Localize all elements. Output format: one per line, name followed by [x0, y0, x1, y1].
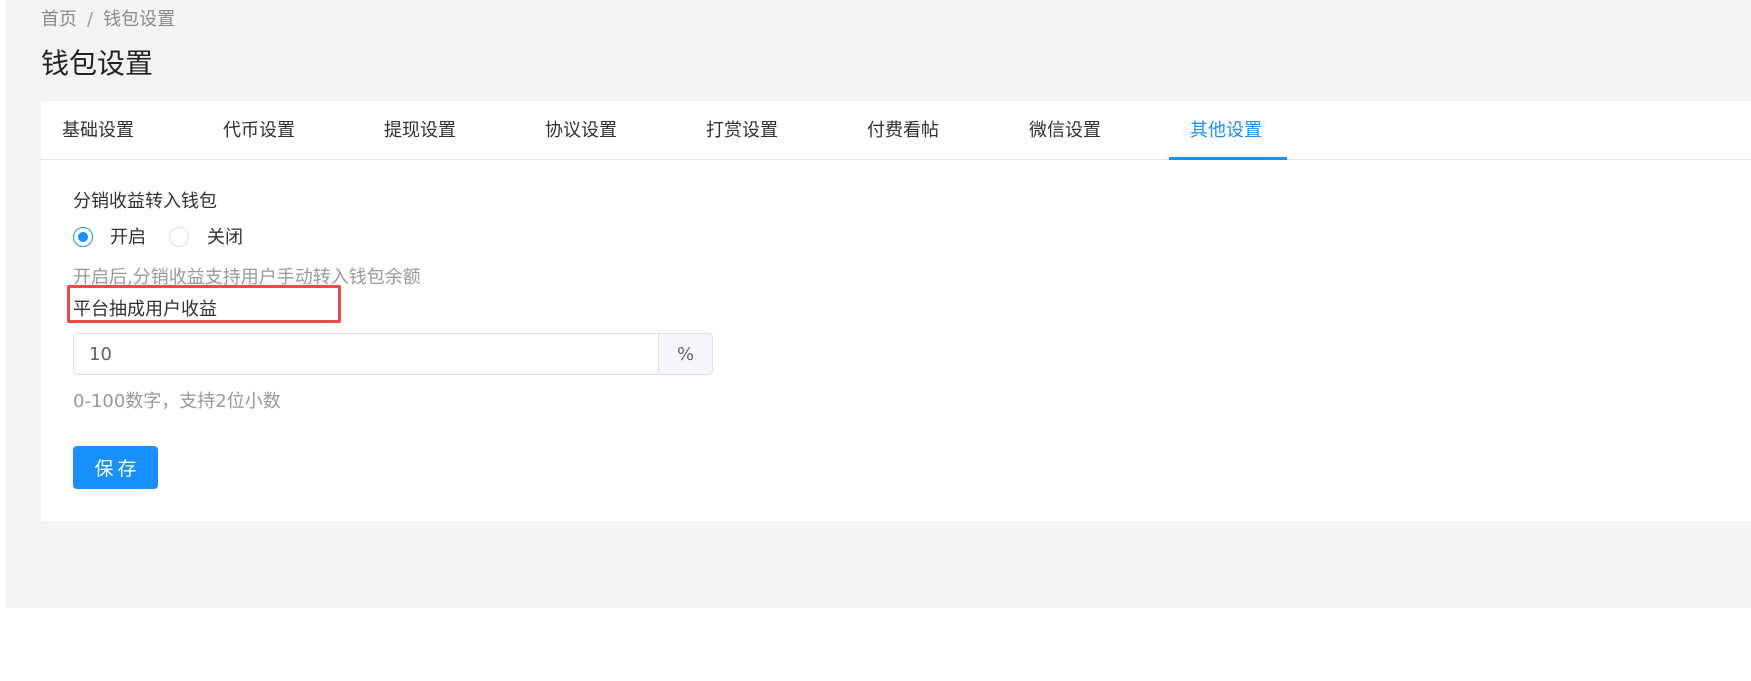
- radio-disable-label[interactable]: 关闭: [207, 226, 243, 250]
- radio-enable-label[interactable]: 开启: [110, 226, 146, 250]
- page-background: 首页 / 钱包设置 钱包设置 基础设置 代币设置 提现设置 协议设置 打赏设置 付费…: [5, 0, 1751, 608]
- breadcrumb-current: 钱包设置: [103, 9, 176, 30]
- tab-other-settings[interactable]: 其他设置: [1190, 101, 1262, 159]
- radio-disable-circle[interactable]: [169, 227, 189, 247]
- tab-bar: 基础设置 代币设置 提现设置 协议设置 打赏设置 付费看帖 微信设置 其他设置: [41, 101, 1751, 160]
- tab-basic-settings[interactable]: 基础设置: [62, 101, 134, 159]
- distribution-label: 分销收益转入钱包: [73, 191, 217, 212]
- radio-enable-circle[interactable]: [73, 227, 93, 247]
- tab-paid-post[interactable]: 付费看帖: [867, 101, 939, 159]
- breadcrumb: 首页 / 钱包设置: [41, 5, 175, 31]
- active-tab-indicator: [1169, 157, 1287, 160]
- tab-reward-settings[interactable]: 打赏设置: [706, 101, 778, 159]
- tab-token-settings[interactable]: 代币设置: [223, 101, 295, 159]
- commission-input-group: %: [73, 333, 713, 375]
- tab-agreement-settings[interactable]: 协议设置: [545, 101, 617, 159]
- breadcrumb-home[interactable]: 首页: [41, 9, 77, 30]
- percent-suffix: %: [658, 333, 713, 375]
- save-button[interactable]: 保存: [73, 446, 158, 489]
- commission-label: 平台抽成用户收益: [73, 299, 217, 320]
- tab-withdraw-settings[interactable]: 提现设置: [384, 101, 456, 159]
- settings-card: 基础设置 代币设置 提现设置 协议设置 打赏设置 付费看帖 微信设置 其他设置 …: [41, 101, 1751, 521]
- tab-wechat-settings[interactable]: 微信设置: [1029, 101, 1101, 159]
- commission-hint: 0-100数字，支持2位小数: [73, 391, 281, 412]
- breadcrumb-separator: /: [87, 9, 94, 30]
- page-title: 钱包设置: [41, 47, 154, 80]
- commission-input[interactable]: [73, 333, 659, 375]
